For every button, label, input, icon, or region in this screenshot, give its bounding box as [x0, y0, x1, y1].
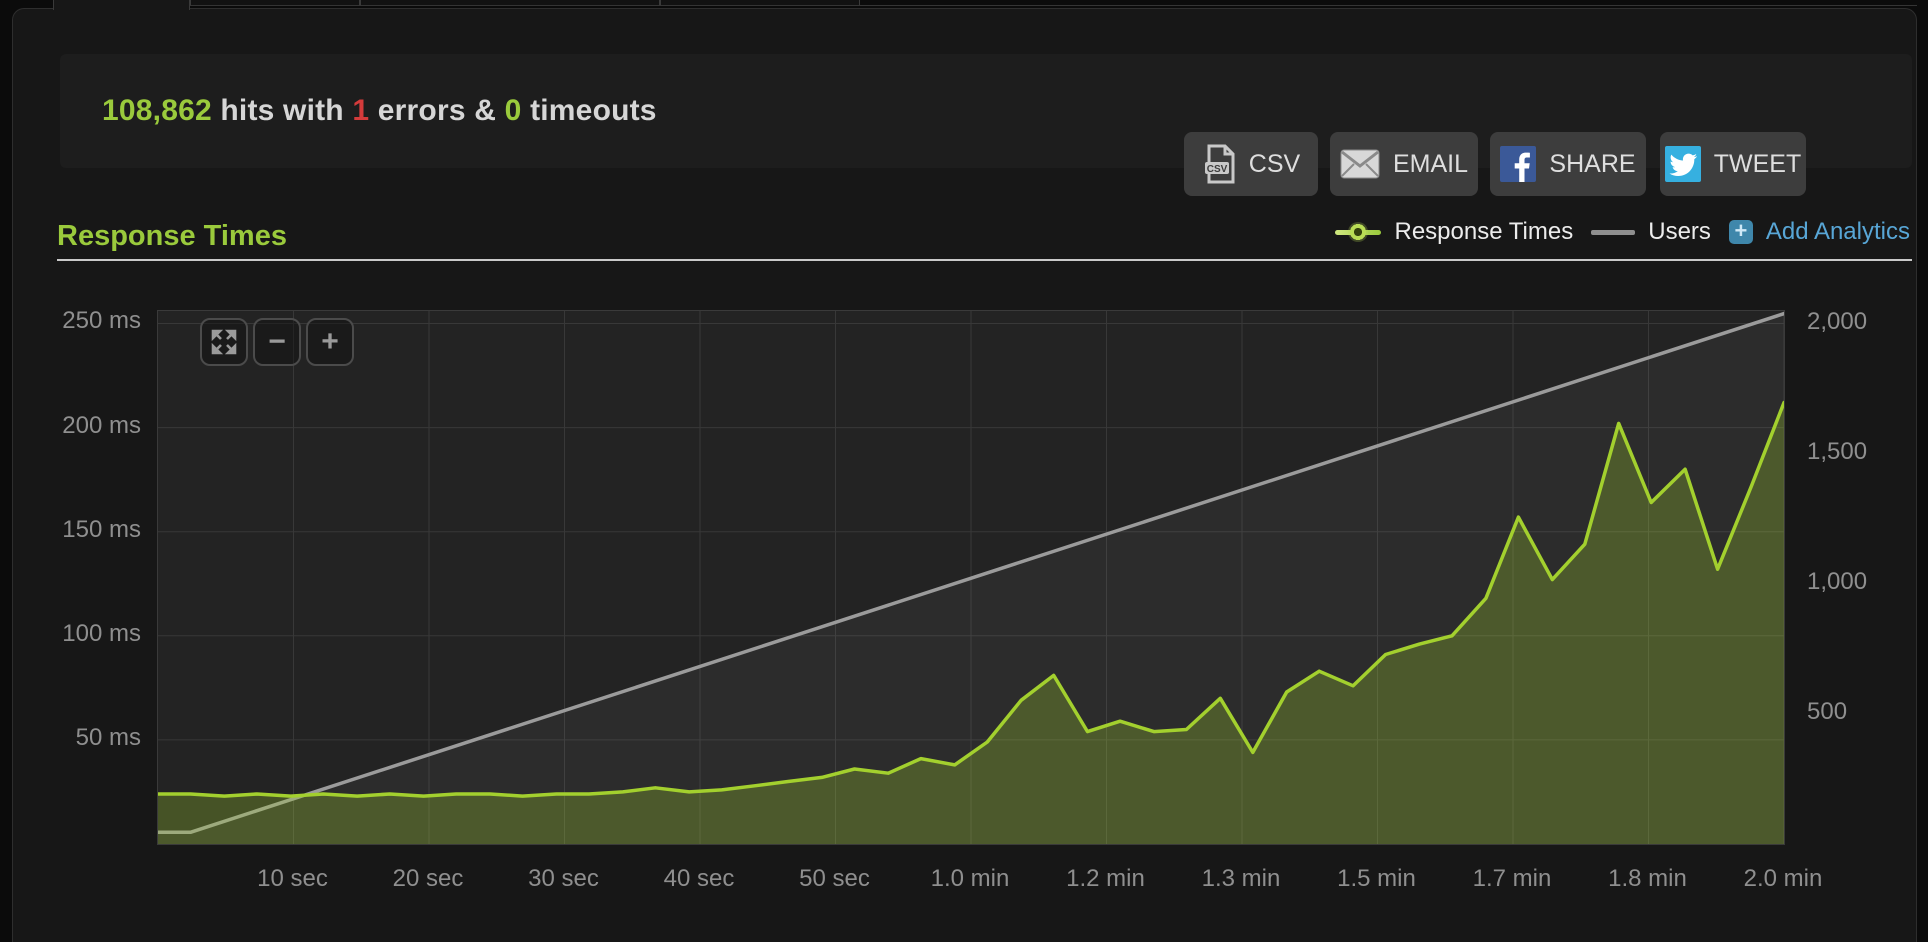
- x-axis-tick-label: 50 sec: [799, 865, 870, 892]
- plus-icon: +: [1728, 220, 1753, 244]
- y-axis-right-tick-label: 2,000: [1807, 308, 1868, 335]
- timeouts-count: 0: [504, 94, 522, 127]
- legend-label: Users: [1648, 218, 1711, 245]
- x-axis-tick-label: 20 sec: [392, 865, 464, 892]
- chart-plot-area[interactable]: [156, 310, 1786, 845]
- x-axis-tick-label: 2.0 min: [1743, 865, 1823, 892]
- y-axis-left-tick-label: 150 ms: [62, 515, 141, 543]
- tab-stub-active[interactable]: [53, 0, 190, 10]
- x-axis-tick-label: 40 sec: [663, 865, 735, 892]
- tweet-button-label: TWEET: [1713, 149, 1802, 178]
- x-axis-tick-label: 1.8 min: [1608, 865, 1687, 892]
- tab-stub[interactable]: [190, 0, 360, 6]
- svg-text:CSV: CSV: [1207, 164, 1228, 175]
- summary-card: 108,862 hits with 1 errors & 0 timeouts …: [60, 54, 1912, 196]
- hits-count: 108,862: [102, 94, 212, 127]
- tab-stub[interactable]: [660, 0, 860, 6]
- section-divider: [57, 259, 1912, 261]
- chart-canvas: [156, 311, 1786, 845]
- envelope-icon: [1340, 149, 1380, 179]
- tab-stub[interactable]: [360, 0, 660, 6]
- x-axis-tick-label: 30 sec: [528, 865, 599, 892]
- y-axis-right-tick-label: 1,500: [1807, 438, 1868, 465]
- csv-button-label: CSV: [1248, 149, 1301, 178]
- x-axis-tick-label: 1.7 min: [1472, 865, 1552, 892]
- tab-bar-line: [860, 5, 1917, 6]
- users-marker-icon: [1591, 229, 1636, 235]
- x-axis-tick-label: 10 sec: [257, 865, 328, 892]
- x-axis-tick-label: 1.3 min: [1201, 865, 1281, 892]
- twitter-icon: [1664, 146, 1701, 182]
- zoom-out-button[interactable]: −: [253, 318, 301, 366]
- chart-zoom-controls: − +: [200, 318, 354, 366]
- x-axis-tick-label: 1.2 min: [1066, 865, 1145, 892]
- email-button[interactable]: EMAIL: [1330, 132, 1478, 196]
- csv-button[interactable]: CSV CSV: [1184, 132, 1318, 196]
- expand-icon[interactable]: [200, 318, 248, 366]
- y-axis-right-tick-label: 500: [1807, 698, 1848, 725]
- csv-file-icon: CSV: [1202, 144, 1236, 184]
- share-button[interactable]: SHARE: [1490, 132, 1646, 196]
- errors-count: 1: [352, 94, 370, 127]
- x-axis-tick-label: 1.5 min: [1337, 865, 1416, 892]
- facebook-icon: [1500, 146, 1537, 182]
- chart-legend: Response Times Users + Add Analytics: [1335, 218, 1910, 246]
- y-axis-right-tick-label: 1,000: [1807, 568, 1868, 595]
- summary-text: 108,862 hits with 1 errors & 0 timeouts: [102, 94, 657, 127]
- legend-label: Response Times: [1394, 218, 1574, 245]
- legend-item-users: Users: [1591, 218, 1711, 246]
- y-axis-left-tick-label: 250 ms: [62, 307, 141, 335]
- add-analytics-label: Add Analytics: [1765, 218, 1910, 245]
- email-button-label: EMAIL: [1392, 149, 1469, 178]
- zoom-in-button[interactable]: +: [306, 318, 354, 366]
- x-axis-tick-label: 1.0 min: [930, 865, 1010, 892]
- share-button-label: SHARE: [1549, 149, 1636, 178]
- y-axis-left-tick-label: 200 ms: [62, 411, 141, 439]
- add-analytics-link[interactable]: + Add Analytics: [1728, 218, 1910, 246]
- response-times-marker-icon: [1335, 222, 1382, 242]
- legend-item-response-times: Response Times: [1335, 218, 1573, 246]
- y-axis-left-tick-label: 100 ms: [62, 619, 141, 647]
- tweet-button[interactable]: TWEET: [1660, 132, 1806, 196]
- y-axis-left-tick-label: 50 ms: [75, 723, 141, 751]
- page-title: Response Times: [57, 220, 287, 252]
